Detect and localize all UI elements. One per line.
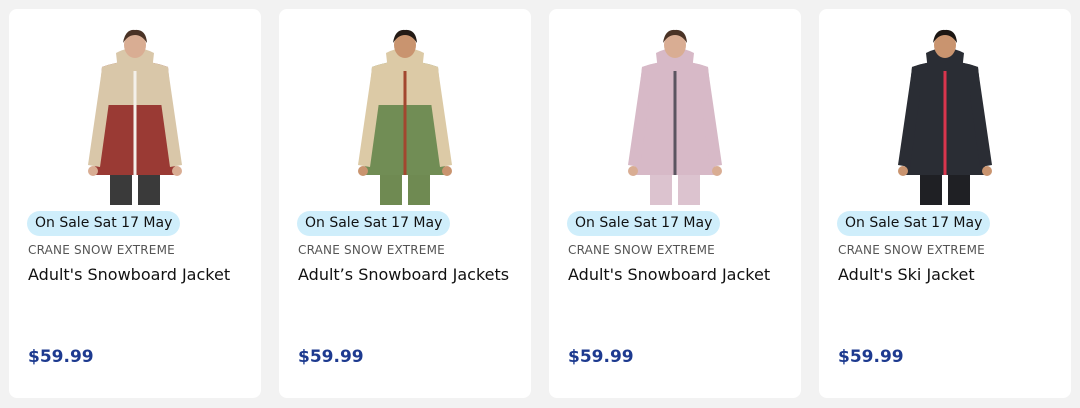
jacket-zipper [133,71,137,175]
hand-right [982,166,992,176]
product-price: $59.99 [568,347,634,367]
man-jacket-black [898,29,992,205]
product-image[interactable] [9,9,261,209]
product-card[interactable]: On Sale Sat 17 May CRANE SNOW EXTREME Ad… [819,9,1071,398]
product-card[interactable]: On Sale Sat 17 May CRANE SNOW EXTREME Ad… [9,9,261,398]
product-brand: CRANE SNOW EXTREME [28,243,175,257]
product-card[interactable]: On Sale Sat 17 May CRANE SNOW EXTREME Ad… [549,9,801,398]
sale-badge: On Sale Sat 17 May [297,211,451,236]
product-brand: CRANE SNOW EXTREME [568,243,715,257]
hand-left [898,166,908,176]
product-price: $59.99 [28,347,94,367]
sale-badge: On Sale Sat 17 May [27,211,181,236]
product-price: $59.99 [298,347,364,367]
hand-right [442,166,452,176]
product-title[interactable]: Adult's Snowboard Jacket [28,265,230,284]
product-grid: On Sale Sat 17 May CRANE SNOW EXTREME Ad… [9,9,1071,398]
hand-left [358,166,368,176]
sale-badge: On Sale Sat 17 May [837,211,991,236]
product-title[interactable]: Adult's Ski Jacket [838,265,975,284]
product-image[interactable] [819,9,1071,209]
jacket-zipper [403,71,407,175]
woman-jacket-lilac [628,29,722,205]
hand-right [712,166,722,176]
woman-jacket-red-beige [88,29,182,205]
product-card[interactable]: On Sale Sat 17 May CRANE SNOW EXTREME Ad… [279,9,531,398]
product-image[interactable] [549,9,801,209]
man-jacket-green-beige [358,29,452,205]
jacket-zipper [673,71,677,175]
product-price: $59.99 [838,347,904,367]
product-title[interactable]: Adult’s Snowboard Jackets [298,265,509,284]
hand-right [172,166,182,176]
jacket-zipper [943,71,947,175]
hand-left [628,166,638,176]
sale-badge: On Sale Sat 17 May [567,211,721,236]
product-image[interactable] [279,9,531,209]
product-brand: CRANE SNOW EXTREME [298,243,445,257]
product-title[interactable]: Adult's Snowboard Jacket [568,265,770,284]
hand-left [88,166,98,176]
product-brand: CRANE SNOW EXTREME [838,243,985,257]
